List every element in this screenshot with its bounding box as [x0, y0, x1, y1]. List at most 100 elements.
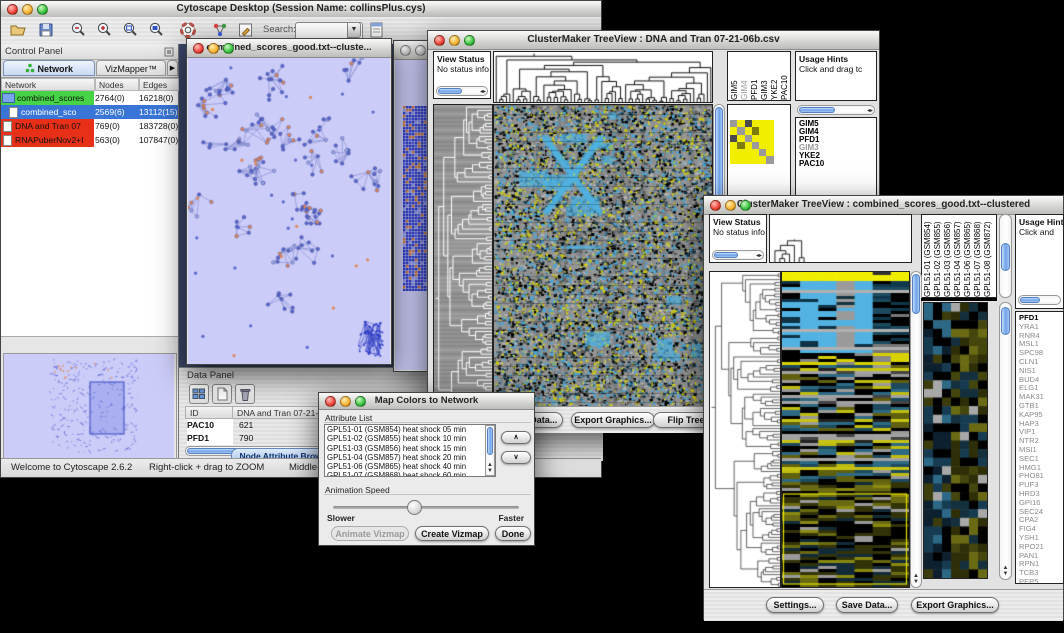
summary-cell[interactable] — [752, 142, 759, 149]
summary-cell[interactable] — [737, 120, 744, 127]
summary-cell[interactable] — [730, 142, 737, 149]
attribute-item[interactable]: GPL51-02 (GSM855) heat shock 10 min — [325, 434, 495, 443]
summary-cell[interactable] — [730, 156, 737, 163]
summary-cell[interactable] — [766, 135, 773, 142]
close-button[interactable] — [400, 45, 411, 56]
network-tree-row[interactable]: combined_scores2764(0)16218(0) — [1, 91, 178, 105]
main-title-bar[interactable]: Cytoscape Desktop (Session Name: collins… — [1, 1, 601, 18]
summary-cell[interactable] — [730, 120, 737, 127]
minimize-button[interactable] — [449, 35, 460, 46]
data-row-value[interactable]: 790 — [239, 432, 319, 445]
column-header-edges[interactable]: Edges — [139, 78, 179, 91]
search-dropdown-arrow-icon[interactable]: ▼ — [347, 22, 361, 38]
new-attribute-button[interactable] — [212, 384, 232, 404]
animate-vizmap-button[interactable]: Animate Vizmap — [331, 526, 409, 541]
network-tree-row[interactable]: DNA and Tran 07769(0)183728(0) — [1, 119, 178, 133]
summary-cell[interactable] — [745, 135, 752, 142]
minimize-button[interactable] — [725, 200, 736, 211]
array-label[interactable]: YKE2 — [770, 52, 780, 100]
attribute-item[interactable]: GPL51-03 (GSM856) heat shock 15 min — [325, 444, 495, 453]
zoom-button[interactable] — [223, 43, 234, 54]
zoom-button[interactable] — [464, 35, 475, 46]
array-label[interactable]: GPL51-07 (GSM868) — [973, 215, 983, 297]
zoom-out-icon[interactable] — [69, 21, 87, 39]
summary-cell[interactable] — [745, 120, 752, 127]
gene-label[interactable]: PAC10 — [799, 160, 876, 168]
summary-cell[interactable] — [737, 149, 744, 156]
close-button[interactable] — [7, 4, 18, 15]
zoom-selected-icon[interactable] — [147, 21, 165, 39]
network-tree-row[interactable]: RNAPuberNov2+I563(0)107847(0) — [1, 133, 178, 147]
tab-overflow-button[interactable]: ▶ — [167, 60, 178, 76]
help-lifering-icon[interactable] — [179, 21, 197, 39]
network-graph-canvas[interactable] — [188, 58, 390, 364]
attribute-listbox[interactable]: GPL51-01 (GSM854) heat shock 05 minGPL51… — [324, 424, 496, 477]
summary-cell[interactable] — [745, 156, 752, 163]
summary-cell[interactable] — [730, 149, 737, 156]
array-label[interactable]: GPL51-02 (GSM855) — [933, 215, 943, 297]
summary-cell[interactable] — [752, 135, 759, 142]
attribute-item[interactable]: GPL51-06 (GSM865) heat shock 40 min — [325, 462, 495, 471]
attribute-list-scrollbar[interactable]: ▲▼ — [485, 425, 495, 476]
attribute-item[interactable]: GPL51-04 (GSM857) heat shock 20 min — [325, 453, 495, 462]
close-button[interactable] — [434, 35, 445, 46]
zoom-button[interactable] — [37, 4, 48, 15]
select-attributes-button[interactable] — [189, 384, 209, 404]
array-label[interactable]: GPL51-04 (GSM857) — [953, 215, 963, 297]
export-graphics-button[interactable]: Export Graphics... — [911, 597, 999, 613]
close-button[interactable] — [710, 200, 721, 211]
array-label[interactable]: GPL51-08 (GSM872) — [983, 215, 993, 297]
summary-cell[interactable] — [752, 156, 759, 163]
array-label[interactable]: GIM4 — [740, 52, 750, 100]
array-label[interactable]: GPL51-06 (GSM865) — [963, 215, 973, 297]
create-vizmap-button[interactable]: Create Vizmap — [415, 526, 489, 541]
summary-cell[interactable] — [752, 149, 759, 156]
tv1-heatmap[interactable] — [493, 104, 713, 418]
tv2-heatmap[interactable] — [781, 271, 910, 588]
open-file-icon[interactable] — [9, 21, 27, 39]
summary-cell[interactable] — [766, 149, 773, 156]
dialog-titlebar[interactable]: Map Colors to Network — [319, 393, 534, 410]
tv1-summary-heatmap[interactable] — [730, 120, 774, 164]
tab-network[interactable]: Network — [3, 60, 95, 76]
tv2-zoom-vscrollbar[interactable]: ▲▼ — [999, 302, 1012, 580]
gene-label[interactable]: PEP5 — [1019, 578, 1063, 584]
animation-speed-slider-thumb[interactable] — [407, 500, 422, 515]
tv2-main-vscrollbar[interactable]: ▲▼ — [910, 271, 922, 588]
tv2-column-dendrogram[interactable] — [772, 238, 806, 262]
summary-cell[interactable] — [766, 127, 773, 134]
tv2-column-dendrogram-area[interactable] — [769, 214, 912, 263]
summary-cell[interactable] — [766, 142, 773, 149]
network-overview-canvas[interactable] — [4, 354, 174, 458]
summary-cell[interactable] — [759, 142, 766, 149]
summary-cell[interactable] — [759, 149, 766, 156]
summary-cell[interactable] — [759, 127, 766, 134]
summary-cell[interactable] — [737, 156, 744, 163]
save-icon[interactable] — [37, 21, 55, 39]
zoom-button[interactable] — [740, 200, 751, 211]
export-graphics-button[interactable]: Export Graphics... — [571, 412, 655, 428]
move-down-button[interactable]: ∨ — [501, 451, 531, 464]
attribute-item[interactable]: GPL51-07 (GSM868) heat shock 60 min — [325, 471, 495, 477]
minimize-button[interactable] — [208, 43, 219, 54]
float-panel-icon[interactable] — [164, 47, 174, 57]
summary-cell[interactable] — [737, 142, 744, 149]
tab-vizmapper[interactable]: VizMapper™ — [96, 60, 166, 76]
zoom-in-icon[interactable] — [95, 21, 113, 39]
tv1-row-dendrogram[interactable] — [433, 104, 493, 418]
data-row-id[interactable]: PFD1 — [187, 432, 233, 445]
close-button[interactable] — [193, 43, 204, 54]
summary-cell[interactable] — [730, 135, 737, 142]
tv1-status-scrollbar[interactable]: ◂▸ — [436, 86, 488, 96]
array-label[interactable]: GPL51-01 (GSM854) — [923, 215, 933, 297]
treeview2-titlebar[interactable]: ClusterMaker TreeView : combined_scores_… — [704, 196, 1063, 215]
array-label[interactable]: GIM5 — [730, 52, 740, 100]
scroll-arrows[interactable]: ▲▼ — [911, 573, 921, 585]
data-row-id[interactable]: PAC10 — [187, 419, 233, 432]
network-window-titlebar[interactable]: combined_scores_good.txt--cluste... — [187, 39, 391, 58]
summary-cell[interactable] — [759, 120, 766, 127]
summary-cell[interactable] — [766, 156, 773, 163]
array-label[interactable]: PFD1 — [750, 52, 760, 100]
modify-network-icon[interactable] — [211, 21, 229, 39]
tv2-zoom-heatmap[interactable] — [923, 302, 988, 579]
